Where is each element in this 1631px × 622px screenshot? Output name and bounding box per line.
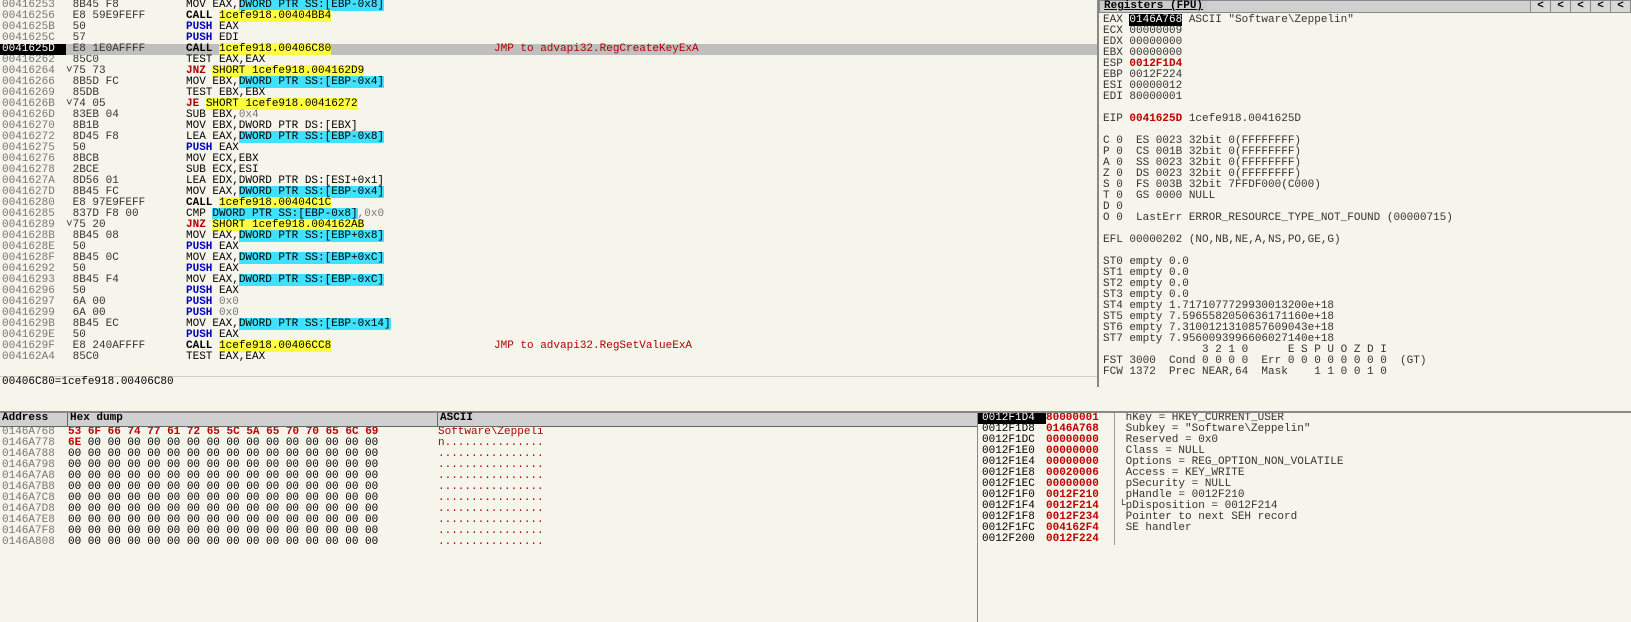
info-bar xyxy=(0,387,1631,411)
dump-header-ascii[interactable]: ASCII xyxy=(438,413,977,426)
disasm-row[interactable]: 00416266 8B5D FCMOV EBX,DWORD PTR SS:[EB… xyxy=(0,77,1097,88)
register-row[interactable]: EIP 0041625D 1cefe918.0041625D xyxy=(1103,114,1627,125)
register-row[interactable]: EFL 00000202 (NO,NB,NE,A,NS,PO,GE,G) xyxy=(1103,235,1627,246)
disasm-row[interactable]: 0041625B 50PUSH EAX xyxy=(0,22,1097,33)
disasm-addr: 004162A4 xyxy=(0,352,66,363)
dump-addr: 0146A808 xyxy=(0,537,68,548)
disasm-asm: PUSH EAX xyxy=(186,286,1097,297)
register-row[interactable]: O 0 LastErr ERROR_RESOURCE_TYPE_NOT_FOUN… xyxy=(1103,213,1627,224)
top-area: 00416253 8B45 F8MOV EAX,DWORD PTR SS:[EB… xyxy=(0,0,1631,387)
disasm-asm: PUSH 0x0 xyxy=(186,297,1097,308)
disasm-addr: 0041629F xyxy=(0,341,66,352)
disasm-asm: TEST EAX,EAX xyxy=(186,352,1097,363)
disasm-asm: MOV EAX,DWORD PTR SS:[EBP+0x8] xyxy=(186,231,1097,242)
disasm-status: 00406C80=1cefe918.00406C80 xyxy=(0,376,1097,387)
disasm-asm: MOV EAX,DWORD PTR SS:[EBP+0xC] xyxy=(186,253,1097,264)
disasm-row[interactable]: 00416296 50PUSH EAX xyxy=(0,286,1097,297)
registers-title-text: Registers (FPU) xyxy=(1100,1,1207,12)
register-row[interactable]: T 0 GS 0000 NULL xyxy=(1103,191,1627,202)
disasm-row[interactable]: 00416289˅75 20JNZ SHORT 1cefe918.004162A… xyxy=(0,220,1097,231)
disasm-row[interactable]: 0041628E 50PUSH EAX xyxy=(0,242,1097,253)
disasm-asm: JE SHORT 1cefe918.00416272 xyxy=(186,99,1097,110)
stack-pane[interactable]: 0012F1D480000001 hKey = HKEY_CURRENT_USE… xyxy=(978,413,1631,622)
disasm-asm: MOV EAX,DWORD PTR SS:[EBP-0x14] xyxy=(186,319,1097,330)
disasm-row[interactable]: 00416285 837D F8 00CMP DWORD PTR SS:[EBP… xyxy=(0,209,1097,220)
disassembly-pane[interactable]: 00416253 8B45 F8MOV EAX,DWORD PTR SS:[EB… xyxy=(0,0,1098,387)
disasm-row[interactable]: 00416293 8B45 F4MOV EAX,DWORD PTR SS:[EB… xyxy=(0,275,1097,286)
disasm-row[interactable]: 00416270 8B1BMOV EBX,DWORD PTR DS:[EBX] xyxy=(0,121,1097,132)
disasm-asm: CALL 1cefe918.00404BB4 xyxy=(186,11,1097,22)
dump-row[interactable]: 0146A80800 00 00 00 00 00 00 00 00 00 00… xyxy=(0,537,977,548)
disasm-row[interactable]: 0041626B˅74 05JE SHORT 1cefe918.00416272 xyxy=(0,99,1097,110)
stack-value: 0012F224 xyxy=(1046,534,1114,545)
disasm-bytes: 85C0 xyxy=(66,352,186,363)
disasm-row[interactable]: 00416272 8D45 F8LEA EAX,DWORD PTR SS:[EB… xyxy=(0,132,1097,143)
disasm-row[interactable]: 00416276 8BCBMOV ECX,EBX xyxy=(0,154,1097,165)
dump-ascii: ................ xyxy=(438,537,977,548)
disasm-row[interactable]: 0041626D 83EB 04SUB EBX,0x4 xyxy=(0,110,1097,121)
disasm-row[interactable]: 0041627D 8B45 FCMOV EAX,DWORD PTR SS:[EB… xyxy=(0,187,1097,198)
stack-info: SE handler xyxy=(1114,523,1631,534)
disasm-row[interactable]: 00416253 8B45 F8MOV EAX,DWORD PTR SS:[EB… xyxy=(0,0,1097,11)
dump-header-hex[interactable]: Hex dump xyxy=(68,413,438,426)
registers-title: Registers (FPU) < < < < < xyxy=(1099,0,1631,13)
disasm-asm: MOV ECX,EBX xyxy=(186,154,1097,165)
registers-pane[interactable]: Registers (FPU) < < < < < EAX 0146A768 A… xyxy=(1098,0,1631,387)
disasm-asm: MOV EBX,DWORD PTR SS:[EBP-0x4] xyxy=(186,77,1097,88)
disasm-asm: PUSH EAX xyxy=(186,22,1097,33)
disasm-asm: PUSH EAX xyxy=(186,143,1097,154)
dump-hex: 00 00 00 00 00 00 00 00 00 00 00 00 00 0… xyxy=(68,537,438,548)
arrow-left3-btn[interactable]: < xyxy=(1570,1,1590,12)
disasm-bytes: E8 240AFFFF xyxy=(66,341,186,352)
disasm-row[interactable]: 00416280 E8 97E9FEFFCALL 1cefe918.00404C… xyxy=(0,198,1097,209)
register-row[interactable]: FCW 1372 Prec NEAR,64 Mask 1 1 0 0 1 0 xyxy=(1103,367,1627,378)
disasm-bytes: E8 1E0AFFFF xyxy=(66,44,186,55)
disasm-hint: JMP to advapi32.RegCreateKeyExA xyxy=(490,44,970,55)
dump-header-address[interactable]: Address xyxy=(0,413,68,426)
disasm-row[interactable]: 00416264˅75 73JNZ SHORT 1cefe918.004162D… xyxy=(0,66,1097,77)
stack-addr: 0012F200 xyxy=(978,534,1046,545)
arrow-left2-btn[interactable]: < xyxy=(1550,1,1570,12)
disasm-row[interactable]: 00416275 50PUSH EAX xyxy=(0,143,1097,154)
disasm-row[interactable]: 0041625D E8 1E0AFFFFCALL 1cefe918.00406C… xyxy=(0,44,1097,55)
disasm-asm: MOV EAX,DWORD PTR SS:[EBP-0xC] xyxy=(186,275,1097,286)
disasm-row[interactable]: 0041628B 8B45 08MOV EAX,DWORD PTR SS:[EB… xyxy=(0,231,1097,242)
dump-header: Address Hex dump ASCII xyxy=(0,413,977,427)
disasm-asm: LEA EAX,DWORD PTR SS:[EBP-0x8] xyxy=(186,132,1097,143)
disasm-row[interactable]: 00416269 85DBTEST EBX,EBX xyxy=(0,88,1097,99)
disasm-row[interactable]: 0041629F E8 240AFFFFCALL 1cefe918.00406C… xyxy=(0,341,1097,352)
disasm-row[interactable]: 0041628F 8B45 0CMOV EAX,DWORD PTR SS:[EB… xyxy=(0,253,1097,264)
arrow-left-btn[interactable]: < xyxy=(1530,1,1550,12)
disasm-hint: JMP to advapi32.RegSetValueExA xyxy=(490,341,970,352)
arrow-left5-btn[interactable]: < xyxy=(1610,1,1630,12)
disasm-row[interactable]: 00416262 85C0TEST EAX,EAX xyxy=(0,55,1097,66)
registers-arrows: < < < < < xyxy=(1530,1,1630,12)
hex-dump-pane[interactable]: Address Hex dump ASCII 0146A76853 6F 66 … xyxy=(0,413,978,622)
stack-row[interactable]: 0012F2000012F224 xyxy=(978,534,1631,545)
disasm-row[interactable]: 0041627A 8D56 01LEA EDX,DWORD PTR DS:[ES… xyxy=(0,176,1097,187)
register-row[interactable]: EDI 80000001 xyxy=(1103,92,1627,103)
disasm-row[interactable]: 00416256 E8 59E9FEFFCALL 1cefe918.00404B… xyxy=(0,11,1097,22)
disasm-addr: 0041625D xyxy=(0,44,66,55)
disasm-row[interactable]: 004162A4 85C0TEST EAX,EAX xyxy=(0,352,1097,363)
stack-info xyxy=(1114,534,1631,545)
disasm-row[interactable]: 00416299 6A 00PUSH 0x0 xyxy=(0,308,1097,319)
disasm-row[interactable]: 00416292 50PUSH EAX xyxy=(0,264,1097,275)
disasm-row[interactable]: 00416297 6A 00PUSH 0x0 xyxy=(0,297,1097,308)
bottom-area: Address Hex dump ASCII 0146A76853 6F 66 … xyxy=(0,411,1631,622)
arrow-left4-btn[interactable]: < xyxy=(1590,1,1610,12)
disasm-row[interactable]: 00416278 2BCESUB ECX,ESI xyxy=(0,165,1097,176)
disasm-row[interactable]: 0041629B 8B45 ECMOV EAX,DWORD PTR SS:[EB… xyxy=(0,319,1097,330)
